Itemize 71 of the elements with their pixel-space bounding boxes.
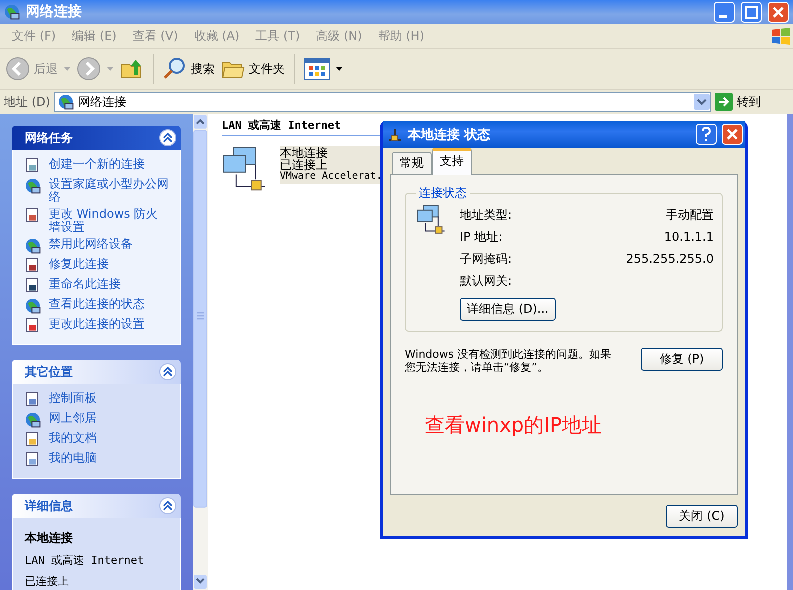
task-link[interactable]: 禁用此网络设备: [49, 238, 133, 251]
task-link[interactable]: 控制面板: [49, 392, 97, 405]
menu-item[interactable]: 帮助 (H): [370, 28, 433, 44]
menu-item[interactable]: 高级 (N): [308, 28, 370, 44]
back-button[interactable]: 后退: [34, 60, 58, 78]
menu-item[interactable]: 工具 (T): [248, 28, 308, 44]
task-link[interactable]: 设置家庭或小型办公网络: [49, 178, 170, 204]
field-value: 255.255.255.0: [626, 252, 714, 266]
search-button[interactable]: 搜索: [191, 60, 215, 78]
group-title: 连接状态: [418, 185, 468, 202]
menu-item[interactable]: 查看 (V): [124, 28, 186, 44]
tab[interactable]: 支持: [432, 148, 472, 175]
panel-title: 其它位置: [25, 364, 73, 380]
task-link[interactable]: 更改 Windows 防火墙设置: [49, 208, 170, 234]
field-label: IP 地址:: [460, 228, 503, 246]
collapse-chevron-icon[interactable]: [159, 497, 177, 515]
details-button[interactable]: 详细信息 (D)...: [460, 298, 556, 321]
panel-title: 详细信息: [25, 498, 73, 514]
repair-button[interactable]: 修复 (P): [641, 348, 723, 371]
field-label: 子网掩码:: [460, 250, 512, 268]
views-dropdown-icon[interactable]: [336, 67, 343, 71]
details-line: LAN 或高速 Internet: [25, 553, 146, 568]
task-link[interactable]: 我的电脑: [49, 452, 97, 465]
annotation-text: 查看winxp的IP地址: [425, 412, 604, 439]
network-globe-icon: [4, 4, 20, 20]
menu-item[interactable]: 编辑 (E): [64, 28, 125, 44]
menu-item[interactable]: 文件 (F): [4, 28, 64, 44]
task-link[interactable]: 网上邻居: [49, 412, 97, 425]
windows-flag-icon: [769, 26, 793, 46]
connection-name: 本地连接: [280, 147, 329, 159]
go-button[interactable]: 转到: [737, 94, 761, 110]
address-value: 网络连接: [78, 94, 126, 110]
address-field[interactable]: 网络连接: [54, 92, 711, 112]
window-title: 网络连接: [26, 3, 83, 21]
connection-device: VMware Accelerat.: [280, 171, 382, 183]
task-link[interactable]: 重命名此连接: [49, 278, 121, 291]
address-label: 地址 (D): [4, 94, 50, 110]
tab[interactable]: 常规: [392, 152, 432, 174]
scrollbar[interactable]: [193, 114, 208, 590]
details-line: 已连接上: [25, 574, 70, 589]
close-icon[interactable]: [722, 124, 743, 145]
connection-item[interactable]: 本地连接 已连接上 VMware Accelerat.: [280, 146, 382, 184]
help-icon[interactable]: [696, 124, 717, 145]
field-label: 地址类型:: [460, 206, 512, 224]
menu-item[interactable]: 收藏 (A): [186, 28, 248, 44]
views-icon[interactable]: [304, 58, 330, 80]
connection-icon: [416, 204, 448, 236]
collapse-chevron-icon[interactable]: [159, 129, 177, 147]
close-button[interactable]: 关闭 (C): [666, 505, 738, 528]
task-link[interactable]: 修复此连接: [49, 258, 109, 271]
details-heading: 本地连接: [25, 530, 74, 547]
folders-button[interactable]: 文件夹: [249, 60, 285, 78]
task-link[interactable]: 创建一个新的连接: [49, 158, 145, 171]
panel-title: 网络任务: [25, 130, 73, 146]
back-icon[interactable]: [6, 57, 30, 81]
task-link[interactable]: 查看此连接的状态: [49, 298, 145, 311]
field-value: 10.1.1.1: [664, 230, 714, 244]
maximize-icon[interactable]: [741, 2, 762, 22]
minimize-icon[interactable]: [714, 2, 735, 22]
collapse-chevron-icon[interactable]: [159, 363, 177, 381]
network-plug-icon: [387, 126, 403, 142]
search-icon[interactable]: [163, 57, 187, 81]
connection-status: 已连接上: [280, 159, 328, 171]
task-link[interactable]: 我的文档: [49, 432, 97, 445]
close-icon[interactable]: [768, 2, 789, 22]
field-label: 默认网关:: [460, 272, 512, 290]
task-link[interactable]: 更改此连接的设置: [49, 318, 145, 331]
field-value: 手动配置: [666, 206, 714, 224]
network-globe-icon: [58, 94, 74, 110]
status-message: Windows 没有检测到此连接的问题。如果您无法连接，请单击“修复”。: [405, 348, 613, 374]
forward-icon[interactable]: [77, 57, 101, 81]
